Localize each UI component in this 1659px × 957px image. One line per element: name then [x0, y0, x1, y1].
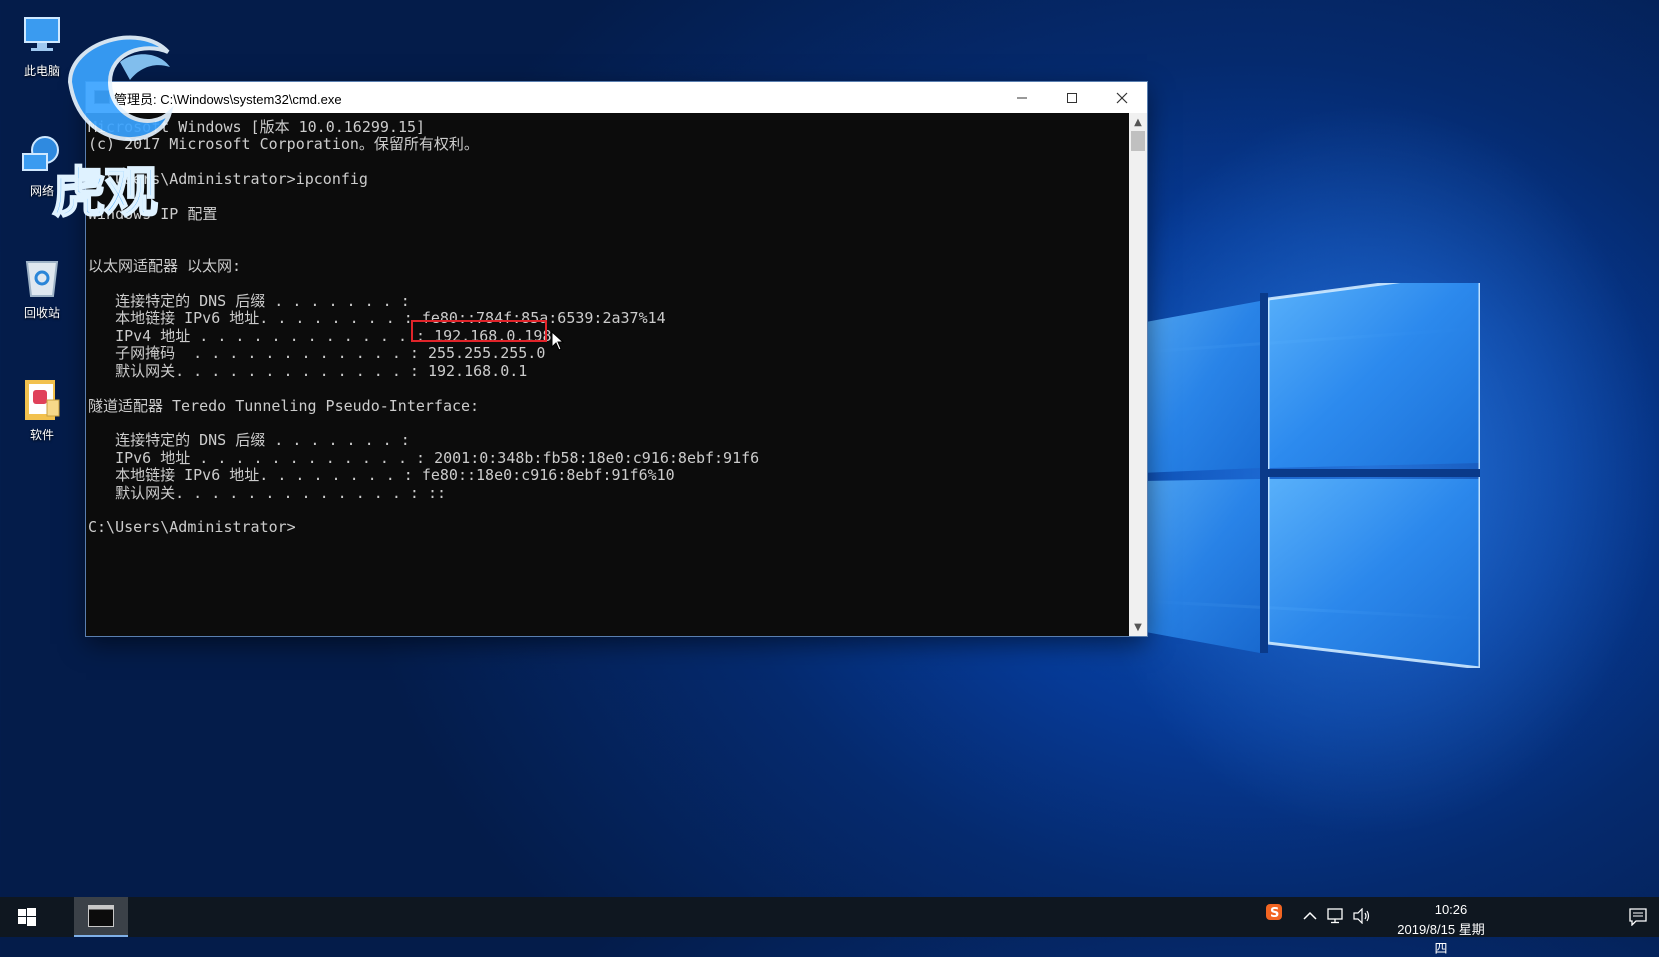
recycle-bin-icon: [19, 254, 65, 300]
network-status-icon[interactable]: [1327, 908, 1345, 924]
desktop-icon-label: 软件: [29, 428, 54, 442]
scroll-down-button[interactable]: ▼: [1129, 618, 1147, 636]
windows-start-icon: [18, 908, 36, 926]
action-center-icon[interactable]: [1629, 908, 1647, 926]
taskbar-cmd-app[interactable]: [74, 897, 128, 937]
cmd-window[interactable]: 管理员: C:\Windows\system32\cmd.exe Microso…: [86, 82, 1147, 636]
desktop-icon-label: 此电脑: [23, 64, 60, 78]
maximize-button[interactable]: [1047, 82, 1097, 113]
sogou-ime-icon[interactable]: S: [1265, 903, 1283, 921]
desktop-icon-this-pc[interactable]: 此电脑: [10, 12, 74, 79]
vertical-scrollbar[interactable]: ▲ ▼: [1129, 113, 1147, 636]
scroll-up-button[interactable]: ▲: [1129, 113, 1147, 131]
folder-icon: [19, 376, 65, 422]
scroll-thumb[interactable]: [1131, 131, 1145, 151]
ipv4-highlight-box: [411, 320, 547, 342]
cmd-app-icon: [94, 90, 110, 104]
minimize-icon: [1017, 97, 1027, 98]
clock-time[interactable]: 10:26: [1411, 902, 1491, 917]
computer-icon: [19, 12, 65, 58]
volume-icon[interactable]: [1353, 908, 1371, 924]
start-button[interactable]: [0, 897, 54, 937]
taskbar: S 10:26 2019/8/15 星期四: [0, 897, 1659, 956]
watermark-text: 虎观: [51, 160, 159, 225]
close-button[interactable]: [1097, 82, 1147, 113]
system-tray: S 10:26 2019/8/15 星期四: [1259, 897, 1659, 956]
cmd-taskbar-icon: [88, 905, 114, 927]
chevron-up-icon[interactable]: [1303, 911, 1317, 921]
maximize-icon: [1067, 92, 1077, 103]
wallpaper-windows-logo: [1140, 283, 1480, 668]
minimize-button[interactable]: [997, 82, 1047, 113]
desktop-icon-label: 回收站: [23, 306, 60, 320]
desktop-icon-recycle-bin[interactable]: 回收站: [10, 254, 74, 321]
window-title: 管理员: C:\Windows\system32\cmd.exe: [114, 92, 342, 107]
console-output-area[interactable]: Microsoft Windows [版本 10.0.16299.15] (c)…: [86, 113, 1129, 636]
mouse-pointer-icon: [551, 331, 565, 351]
svg-text:S: S: [1270, 906, 1279, 921]
close-icon: [1116, 92, 1128, 103]
clock-date[interactable]: 2019/8/15 星期四: [1391, 919, 1491, 957]
desktop-icon-software-folder[interactable]: 软件: [10, 376, 74, 443]
cmd-titlebar[interactable]: 管理员: C:\Windows\system32\cmd.exe: [86, 82, 1147, 113]
